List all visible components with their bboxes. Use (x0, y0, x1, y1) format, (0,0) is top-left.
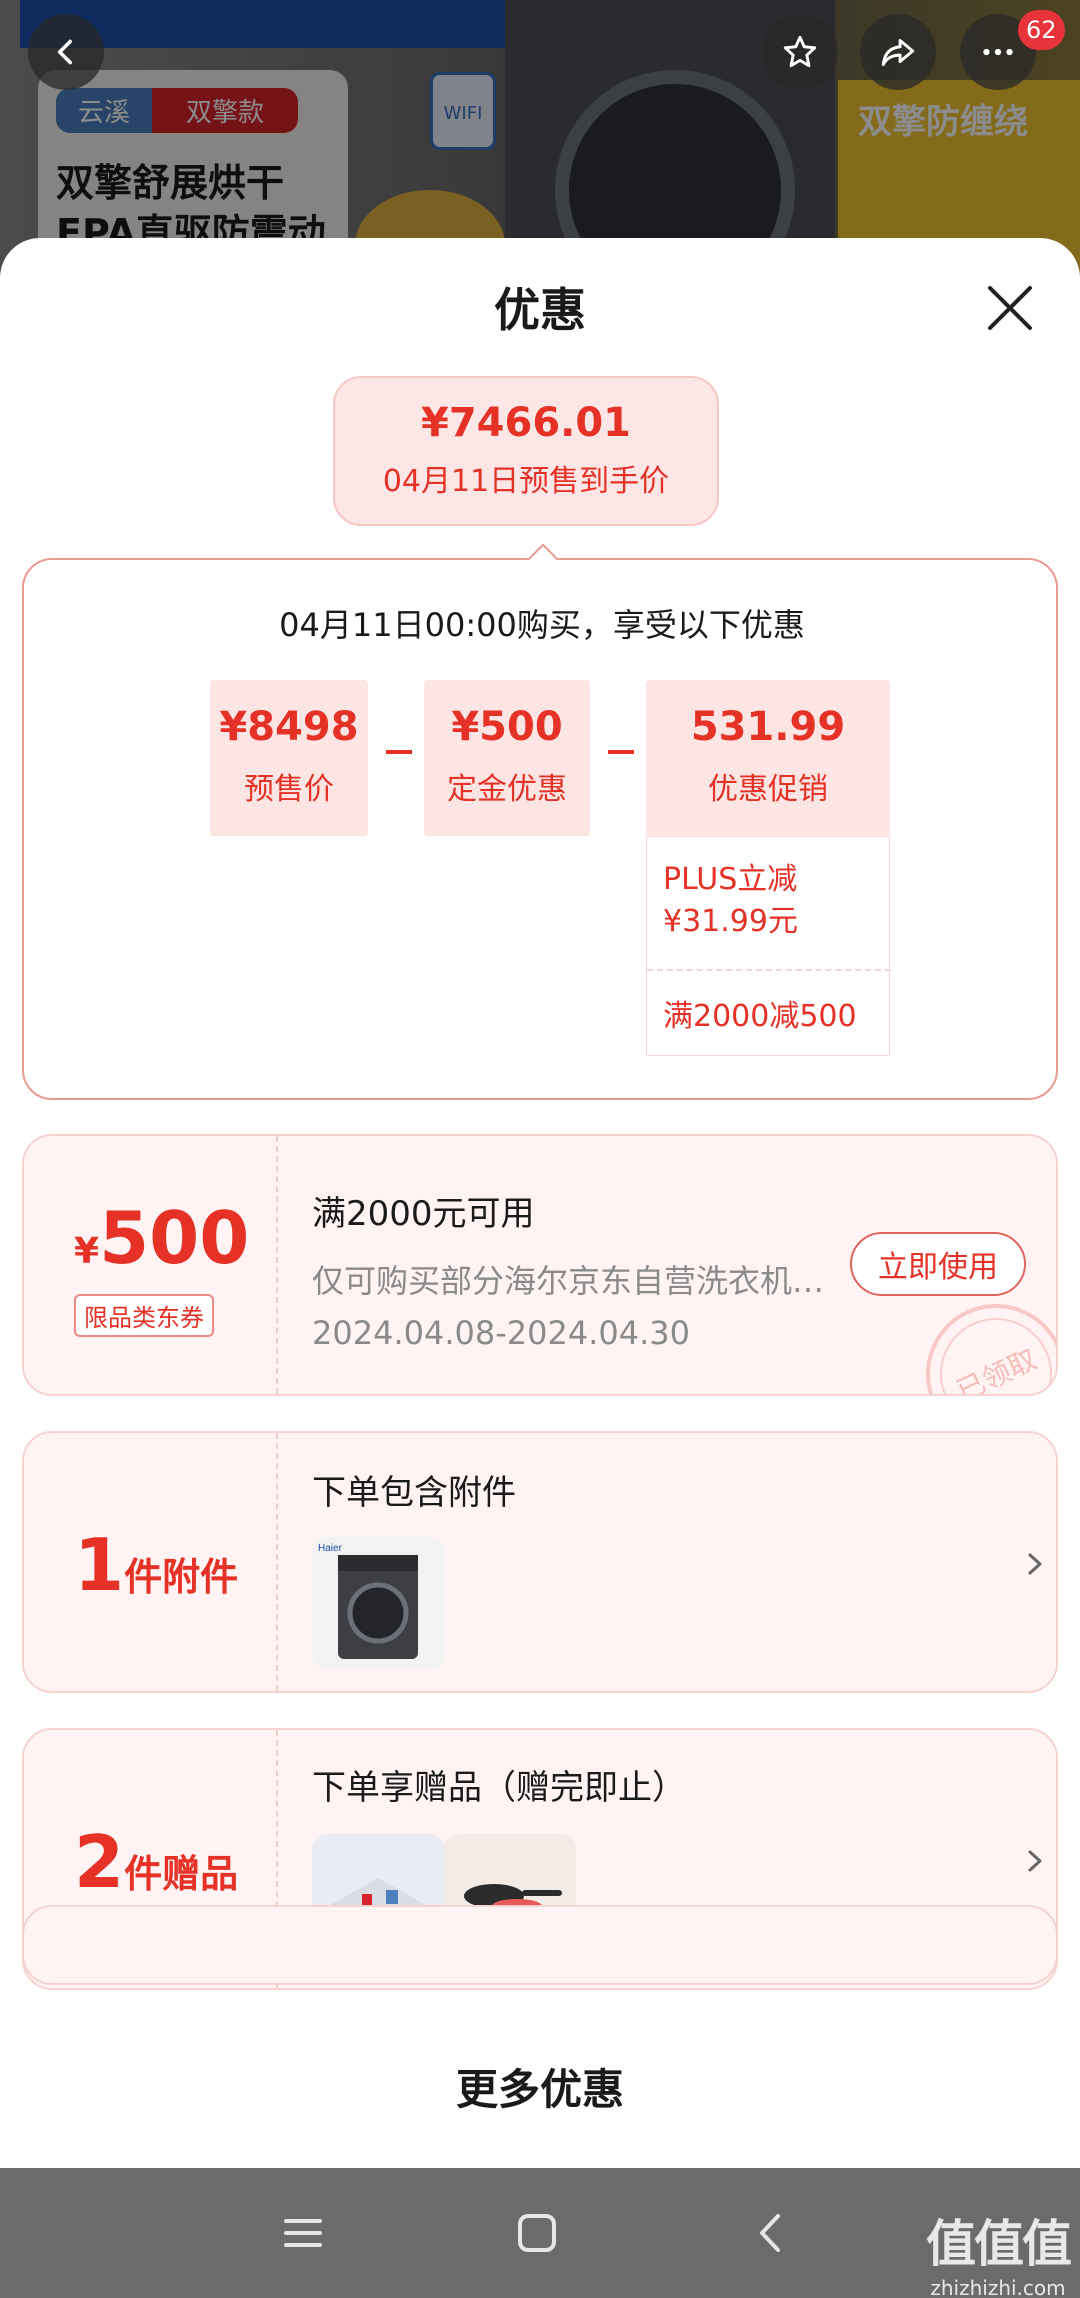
coupon-card: ¥500 限品类东券 满2000元可用 仅可购买部分海尔京东自营洗衣机商品 20… (22, 1134, 1058, 1396)
use-coupon-button[interactable]: 立即使用 (850, 1232, 1026, 1296)
home-icon[interactable] (510, 2206, 564, 2260)
minus-sign (386, 750, 412, 754)
more-dots-icon (983, 48, 1013, 56)
system-nav-bar (0, 2168, 1080, 2298)
more-discounts-title: 更多优惠 (455, 2065, 624, 2114)
minus-sign (608, 750, 634, 754)
svg-text:Haier: Haier (318, 1543, 343, 1554)
share-icon (881, 38, 915, 67)
price-breakdown: 04月11日00:00购买，享受以下优惠 ¥8498 预售价 ¥500 定金优惠… (22, 543, 1058, 1100)
sheet-title: 优惠 (494, 283, 586, 337)
deposit-discount-label: 定金优惠 (447, 772, 567, 807)
gift-title: 下单享赠品（赠完即止） (312, 1768, 686, 1808)
accessory-title: 下单包含附件 (312, 1473, 516, 1513)
final-price: ¥7466.01 (420, 400, 632, 446)
final-price-pill: ¥7466.01 04月11日预售到手价 (333, 376, 719, 526)
presale-price-box: ¥8498 预售价 (210, 680, 368, 836)
final-price-label: 04月11日预售到手价 (382, 464, 670, 499)
coupon-title: 满2000元可用 (312, 1194, 535, 1234)
claimed-stamp: 已领取 (902, 1280, 1056, 1394)
accessory-card[interactable]: 1件附件 下单包含附件 Haier (22, 1431, 1058, 1693)
discount-sheet: 优惠 ¥7466.01 04月11日预售到手价 04月11日00:00购买，享受… (0, 238, 1080, 2168)
chevron-right-icon (1028, 1553, 1042, 1575)
plus-discount-detail: PLUS立减 ¥31.99元 (663, 862, 798, 939)
promo-discount-box: 531.99 优惠促销 (646, 680, 890, 836)
accessory-count: 1件附件 (74, 1523, 239, 1607)
promo-discount-label: 优惠促销 (708, 772, 828, 807)
threshold-discount-detail: 满2000减500 (663, 999, 857, 1034)
coupon-date-range: 2024.04.08-2024.04.30 (312, 1314, 690, 1352)
close-button[interactable] (980, 278, 1040, 338)
promo-detail-list: PLUS立减 ¥31.99元 满2000减500 (646, 836, 891, 1056)
deposit-discount-box: ¥500 定金优惠 (424, 680, 590, 836)
presale-price-label: 预售价 (244, 772, 334, 807)
notification-badge: 62 (1018, 10, 1065, 50)
coupon-type-badge: 限品类东券 (74, 1294, 214, 1337)
chevron-right-icon (1028, 1850, 1042, 1872)
star-icon (783, 35, 817, 68)
chevron-left-icon (57, 39, 73, 65)
breakdown-heading: 04月11日00:00购买，享受以下优惠 (279, 606, 805, 644)
share-button[interactable] (860, 14, 936, 90)
deposit-discount: ¥500 (451, 704, 563, 750)
back-nav-icon[interactable] (744, 2206, 798, 2260)
close-icon (988, 286, 1032, 330)
coupon-description: 仅可购买部分海尔京东自营洗衣机商品 (312, 1262, 832, 1300)
back-button[interactable] (28, 14, 104, 90)
menu-icon[interactable] (276, 2206, 330, 2260)
more-discount-card[interactable] (22, 1905, 1058, 1985)
promo-discount: 531.99 (690, 704, 846, 750)
accessory-thumbnail: Haier (312, 1537, 444, 1669)
presale-price: ¥8498 (219, 704, 359, 750)
coupon-amount: ¥500 (74, 1196, 250, 1280)
site-watermark: 值值值 zhizhizhi.com (926, 2215, 1072, 2298)
gift-count: 2件赠品 (74, 1820, 239, 1904)
favorite-button[interactable] (762, 14, 838, 90)
